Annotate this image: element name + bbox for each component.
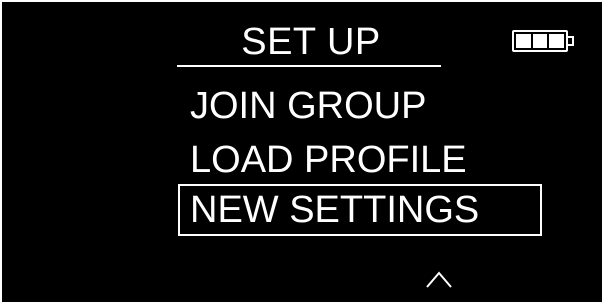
menu-item-join-group[interactable]: JOIN GROUP <box>190 82 426 130</box>
menu-item-new-settings[interactable]: NEW SETTINGS <box>190 186 479 234</box>
chevron-up-icon[interactable] <box>424 266 454 290</box>
battery-terminal <box>568 36 574 46</box>
battery-cell <box>516 34 531 48</box>
page-title: SET UP <box>241 21 381 63</box>
title-underline <box>177 65 441 67</box>
menu-item-load-profile[interactable]: LOAD PROFILE <box>190 136 467 184</box>
device-screen: SET UP JOIN GROUP LOAD PROFILE NEW SETTI… <box>2 2 602 302</box>
battery-cell <box>532 34 548 48</box>
battery-icon <box>512 30 574 52</box>
battery-cell <box>549 34 565 48</box>
battery-body <box>512 30 568 52</box>
